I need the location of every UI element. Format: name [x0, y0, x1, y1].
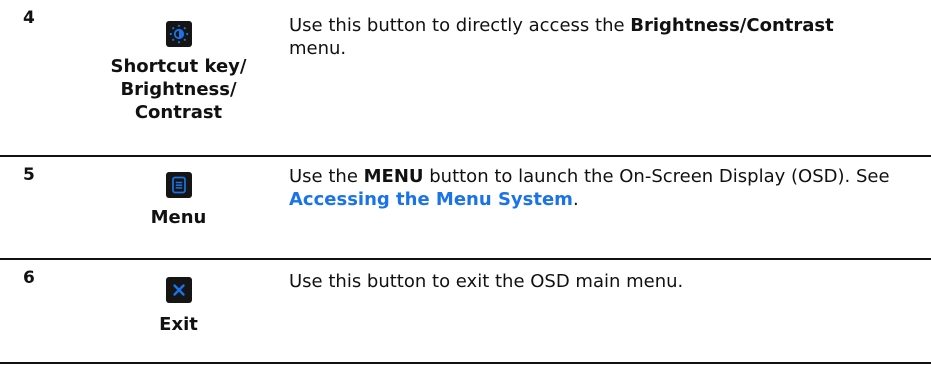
button-description-table: 4 Shortcut key/ Brightness/ Contrast Use… — [0, 0, 931, 364]
button-description: Use the MENU button to launch the On-Scr… — [289, 165, 919, 211]
desc-bold-term: MENU — [363, 166, 424, 187]
desc-text: Use the — [289, 166, 364, 187]
row-number: 4 — [23, 8, 35, 28]
exit-icon — [165, 277, 192, 303]
button-label: Exit — [159, 314, 198, 335]
accessing-menu-system-link[interactable]: Accessing the Menu System — [289, 189, 573, 210]
button-label: Shortcut key/ Brightness/ Contrast — [110, 56, 247, 123]
desc-text: . — [572, 189, 579, 210]
table-row-exit: 6 Exit Use this button to exit the OSD m… — [0, 260, 931, 364]
row-number: 6 — [23, 268, 35, 288]
table-row-menu: 5 Menu Use the MENU button to launch the… — [0, 157, 931, 260]
desc-text: button to launch the On-Screen Display (… — [423, 166, 890, 187]
button-column: Exit — [70, 277, 287, 336]
button-description: Use this button to directly access the B… — [289, 14, 919, 60]
table-row-brightness: 4 Shortcut key/ Brightness/ Contrast Use… — [0, 0, 931, 157]
brightness-icon — [165, 21, 192, 47]
button-column: Shortcut key/ Brightness/ Contrast — [70, 21, 287, 124]
button-label: Menu — [150, 207, 207, 228]
row-number: 5 — [23, 165, 35, 185]
button-description: Use this button to exit the OSD main men… — [289, 271, 684, 292]
button-column: Menu — [70, 172, 287, 229]
menu-icon — [165, 172, 192, 198]
desc-text: menu. — [289, 38, 347, 59]
desc-bold-term: Brightness/Contrast — [630, 15, 834, 36]
desc-text: Use this button to directly access the — [289, 15, 631, 36]
